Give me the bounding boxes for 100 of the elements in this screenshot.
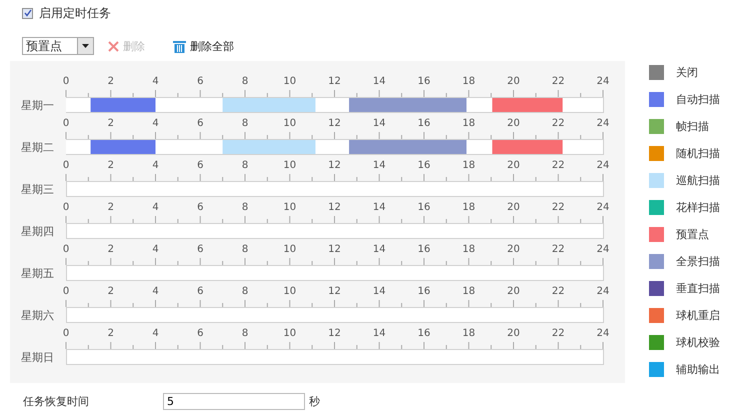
day-label: 星期五 <box>21 267 54 280</box>
hour-label: 4 <box>152 244 159 255</box>
legend-label: 球机校验 <box>676 335 720 350</box>
hour-label: 2 <box>108 244 114 255</box>
hour-label: 24 <box>596 118 610 129</box>
unit-label: 秒 <box>309 394 320 409</box>
hour-label: 4 <box>152 160 159 171</box>
hour-label: 18 <box>462 286 476 297</box>
hour-label: 14 <box>372 76 386 87</box>
hour-label: 8 <box>242 202 248 213</box>
hour-label: 4 <box>152 328 159 339</box>
hour-label: 10 <box>283 76 296 87</box>
hour-label: 20 <box>507 286 520 297</box>
hour-label: 10 <box>283 286 296 297</box>
hour-label: 12 <box>328 76 341 87</box>
hour-label: 8 <box>242 76 248 87</box>
hour-label: 16 <box>418 118 430 129</box>
legend-label: 球机重启 <box>676 308 720 323</box>
hour-label: 20 <box>507 244 520 255</box>
day-label: 星期二 <box>21 141 54 154</box>
hour-label: 24 <box>596 328 610 339</box>
hour-label: 16 <box>418 328 430 339</box>
hour-label: 18 <box>462 202 476 213</box>
hour-label: 12 <box>328 286 341 297</box>
legend-label: 巡航扫描 <box>676 173 720 188</box>
hour-label: 0 <box>62 328 70 339</box>
hour-label: 20 <box>507 202 520 213</box>
hour-label: 2 <box>108 118 114 129</box>
hour-label: 14 <box>372 286 386 297</box>
legend-label: 全景扫描 <box>676 254 720 269</box>
hour-label: 6 <box>197 286 204 297</box>
day-label: 星期四 <box>21 225 54 238</box>
hour-label: 14 <box>372 328 386 339</box>
day-label: 星期三 <box>21 183 54 196</box>
legend-label: 预置点 <box>676 227 709 242</box>
hour-label: 16 <box>418 202 430 213</box>
enable-label: 启用定时任务 <box>39 4 111 22</box>
legend-label: 自动扫描 <box>676 92 720 107</box>
legend-label: 垂直扫描 <box>676 281 720 296</box>
hour-label: 18 <box>462 76 476 87</box>
hour-label: 8 <box>242 286 248 297</box>
hour-label: 6 <box>197 244 204 255</box>
hour-label: 8 <box>242 118 248 129</box>
legend-label: 花样扫描 <box>676 200 720 215</box>
hour-label: 12 <box>328 202 341 213</box>
legend-label: 关闭 <box>676 65 698 80</box>
hour-label: 0 <box>62 118 70 129</box>
hour-label: 24 <box>596 160 610 171</box>
hour-label: 2 <box>108 286 114 297</box>
hour-label: 12 <box>328 118 341 129</box>
hour-label: 12 <box>328 328 341 339</box>
hour-label: 16 <box>418 286 430 297</box>
hour-label: 6 <box>197 118 204 129</box>
hour-label: 24 <box>596 202 610 213</box>
hour-label: 14 <box>372 244 386 255</box>
hour-label: 2 <box>108 160 114 171</box>
recovery-label: 任务恢复时间 <box>23 394 90 409</box>
hour-label: 14 <box>372 160 386 171</box>
hour-label: 18 <box>462 328 476 339</box>
hour-label: 16 <box>418 76 430 87</box>
hour-label: 16 <box>418 160 430 171</box>
hour-label: 2 <box>108 328 114 339</box>
hour-label: 16 <box>418 244 430 255</box>
hour-label: 22 <box>552 286 565 297</box>
hour-label: 18 <box>462 244 476 255</box>
hour-label: 10 <box>283 328 296 339</box>
hour-label: 14 <box>372 202 386 213</box>
legend-label: 随机扫描 <box>676 146 720 161</box>
hour-label: 12 <box>328 160 341 171</box>
hour-label: 0 <box>62 244 70 255</box>
day-label: 星期六 <box>21 309 54 322</box>
hour-label: 0 <box>62 202 70 213</box>
hour-label: 22 <box>552 76 565 87</box>
hour-label: 10 <box>283 118 296 129</box>
hour-label: 10 <box>283 160 296 171</box>
hour-label: 24 <box>596 286 610 297</box>
hour-label: 22 <box>552 328 565 339</box>
legend-label: 辅助输出 <box>676 362 720 377</box>
hour-label: 20 <box>507 118 520 129</box>
hour-label: 22 <box>552 202 565 213</box>
hour-label: 22 <box>552 118 565 129</box>
hour-label: 22 <box>552 160 565 171</box>
hour-label: 2 <box>108 76 114 87</box>
hour-label: 8 <box>242 244 248 255</box>
hour-label: 10 <box>283 202 296 213</box>
hour-label: 6 <box>197 76 204 87</box>
hour-label: 6 <box>197 202 204 213</box>
hour-label: 22 <box>552 244 565 255</box>
hour-label: 14 <box>372 118 386 129</box>
hour-label: 4 <box>152 76 159 87</box>
hour-label: 6 <box>197 160 204 171</box>
hour-label: 18 <box>462 160 476 171</box>
hour-label: 18 <box>462 118 476 129</box>
hour-label: 4 <box>152 286 159 297</box>
hour-label: 24 <box>596 76 610 87</box>
hour-label: 12 <box>328 244 341 255</box>
hour-label: 0 <box>62 286 70 297</box>
hour-label: 10 <box>283 244 296 255</box>
hour-label: 4 <box>152 118 159 129</box>
hour-label: 20 <box>507 160 520 171</box>
